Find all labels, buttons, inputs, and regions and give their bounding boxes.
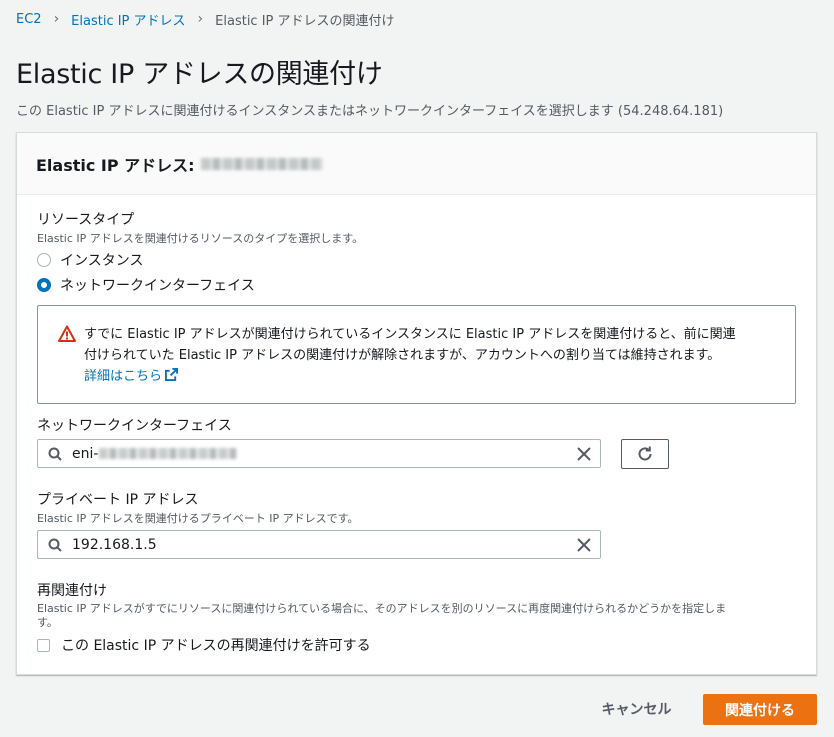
clear-icon[interactable]	[576, 537, 592, 553]
resource-type-description: Elastic IP アドレスを関連付けるリソースのタイプを選択します。	[37, 232, 364, 245]
radio-button[interactable]	[37, 253, 51, 267]
redacted-ip	[200, 157, 323, 170]
radio-instance[interactable]: インスタンス	[37, 250, 143, 270]
private-ip-input[interactable]: 192.168.1.5	[37, 530, 601, 559]
reassociation-description-line-1: Elastic IP アドレスがすでにリソースに関連付けられている場合に、そのア…	[37, 602, 727, 615]
association-panel: Elastic IP アドレス: リソースタイプ Elastic IP アドレス…	[16, 132, 817, 675]
page-title: Elastic IP アドレスの関連付け	[16, 59, 383, 90]
private-ip-value: 192.168.1.5	[72, 536, 157, 553]
allow-reassociation-label: この Elastic IP アドレスの再関連付けを許可する	[61, 638, 371, 654]
breadcrumb-ec2[interactable]: EC2	[16, 12, 42, 27]
chevron-right-icon: ›	[197, 11, 204, 27]
breadcrumb-current: Elastic IP アドレスの関連付け	[215, 13, 395, 29]
search-icon	[48, 538, 62, 552]
warning-alert: すでに Elastic IP アドレスが関連付けられているインスタンスに Ela…	[37, 305, 796, 404]
private-ip-description: Elastic IP アドレスを関連付けるプライベート IP アドレスです。	[37, 512, 359, 525]
refresh-icon	[638, 446, 652, 461]
learn-more-link[interactable]: 詳細はこちら	[84, 368, 179, 384]
alert-line-2: 付けられていた Elastic IP アドレスの関連付けが解除されますが、アカウ…	[84, 348, 721, 363]
breadcrumb: EC2 › Elastic IP アドレス › Elastic IP アドレスの…	[16, 10, 395, 29]
external-link-icon	[165, 368, 179, 381]
clear-icon[interactable]	[576, 446, 592, 462]
network-interface-label: ネットワークインターフェイス	[37, 418, 232, 434]
search-icon	[48, 447, 62, 461]
page-description: この Elastic IP アドレスに関連付けるインスタンスまたはネットワークイ…	[16, 104, 724, 119]
radio-button-selected[interactable]	[37, 278, 51, 292]
associate-button[interactable]: 関連付ける	[703, 694, 817, 725]
private-ip-label: プライベート IP アドレス	[37, 492, 199, 508]
panel-header: Elastic IP アドレス:	[17, 133, 816, 195]
reassociation-label: 再関連付け	[37, 583, 107, 599]
breadcrumb-elastic-ip[interactable]: Elastic IP アドレス	[71, 10, 185, 29]
alert-line-1: すでに Elastic IP アドレスが関連付けられているインスタンスに Ela…	[84, 327, 736, 342]
allow-reassociation-checkbox-row[interactable]: この Elastic IP アドレスの再関連付けを許可する	[37, 635, 371, 655]
radio-network-interface-label: ネットワークインターフェイス	[60, 278, 255, 294]
network-interface-value: eni-	[72, 445, 99, 462]
reassociation-description-line-2: す。	[37, 616, 58, 629]
radio-network-interface[interactable]: ネットワークインターフェイス	[37, 275, 255, 295]
radio-instance-label: インスタンス	[60, 253, 144, 269]
allow-reassociation-checkbox[interactable]	[37, 638, 50, 652]
chevron-right-icon: ›	[53, 11, 60, 27]
network-interface-input[interactable]: eni-	[37, 439, 601, 468]
panel-title: Elastic IP アドレス:	[36, 155, 195, 175]
redacted-eni-id	[99, 448, 238, 459]
resource-type-label: リソースタイプ	[37, 212, 135, 228]
refresh-button[interactable]	[621, 439, 669, 469]
warning-icon	[58, 325, 76, 342]
cancel-button[interactable]: キャンセル	[585, 696, 688, 722]
